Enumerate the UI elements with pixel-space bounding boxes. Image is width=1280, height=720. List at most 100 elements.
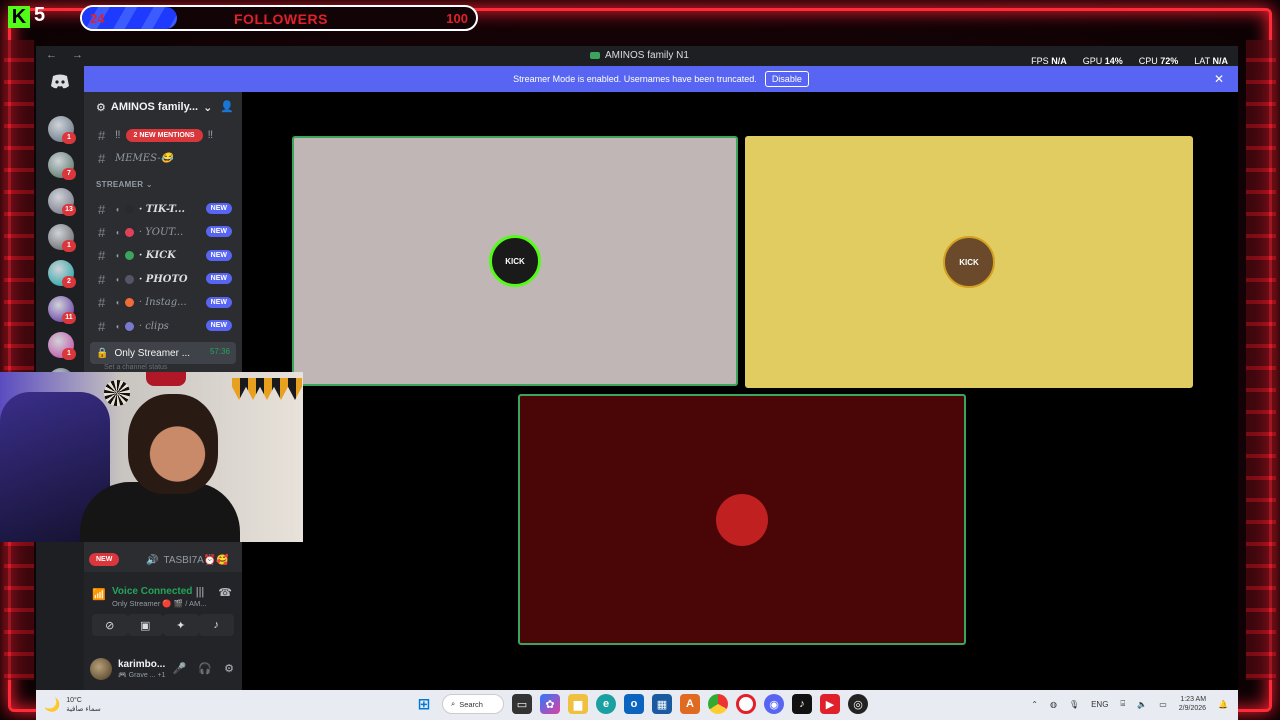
tiktok-icon[interactable]: ♪ (792, 694, 812, 714)
voice-connected-channel: Only Streamer 🔴 🎬 / AM... (112, 599, 207, 608)
outlook-icon[interactable]: o (624, 694, 644, 714)
temperature: 10°C (66, 697, 82, 704)
participant-avatar: KICK (489, 235, 541, 287)
channel-item[interactable]: # ◖ · KICK NEW (84, 245, 242, 267)
channel-item[interactable]: # ◖ · TIK-T... NEW (84, 198, 242, 220)
kick-count: 5 (34, 4, 46, 26)
close-icon[interactable]: ✕ (1214, 72, 1224, 86)
channel-item[interactable]: # ◖ · clips NEW (84, 315, 242, 337)
discord-window: ← → AMINOS family N1 FPS N/A GPU 14% CPU… (36, 46, 1238, 690)
moon-icon: 🌙 (44, 697, 61, 712)
hash-icon: # (98, 224, 106, 240)
username[interactable]: karimbo... (118, 659, 165, 670)
new-badge: NEW (89, 553, 120, 566)
store-icon[interactable]: ▦ (652, 694, 672, 714)
channel-mentions[interactable]: # ‼ 2 NEW MENTIONS ‼ (84, 124, 242, 146)
obs-icon[interactable]: ◎ (848, 694, 868, 714)
title-icon (590, 52, 600, 59)
invite-people-icon[interactable]: 👤 (220, 100, 234, 113)
youtube-icon[interactable]: ▶ (820, 694, 840, 714)
hash-icon: # (98, 127, 106, 143)
nav-arrows[interactable]: ← → (46, 49, 89, 61)
disable-streamer-mode-button[interactable]: Disable (764, 71, 809, 87)
clock[interactable]: 1:23 AM 2/9/2026 (1179, 695, 1206, 713)
dartboard (104, 380, 130, 406)
speaker-icon: ◖ (115, 227, 120, 237)
overlay-edge-left (4, 40, 34, 680)
battery-icon[interactable]: ▭ (1159, 700, 1167, 709)
new-badge: NEW (205, 320, 232, 331)
channel-memes[interactable]: # MEMES-😂 (84, 147, 242, 169)
microphone-icon[interactable]: 🎤 (173, 662, 187, 675)
video-tile[interactable]: KICK (745, 136, 1193, 388)
channel-name: · KICK (138, 250, 176, 262)
network-icon[interactable]: ⌸ (1120, 699, 1125, 709)
video-tile[interactable]: KICK (292, 136, 738, 386)
new-mentions-badge[interactable]: 2 NEW MENTIONS (125, 128, 203, 142)
file-explorer-icon[interactable]: ▆ (568, 694, 588, 714)
new-badge: NEW (205, 226, 232, 238)
channel-emoji-icon (124, 274, 134, 284)
search-box[interactable]: ⌕ Search (442, 694, 504, 714)
disconnect-icon[interactable]: ☎ (218, 586, 232, 599)
noise-suppression-icon[interactable]: ||| (196, 586, 205, 599)
channel-name: · YOUT... (138, 226, 184, 238)
screen-share-button[interactable]: ▣ (127, 614, 163, 636)
banner-text: Streamer Mode is enabled. Usernames have… (513, 74, 757, 84)
active-voice-channel[interactable]: 🔒 Only Streamer ... 57:36 (90, 342, 236, 364)
edge-icon[interactable]: e (596, 694, 616, 714)
avatar[interactable] (90, 658, 112, 680)
voice-connected-status[interactable]: Voice Connected (112, 586, 192, 597)
windows-start-icon[interactable]: ⊞ (414, 694, 434, 714)
channel-item[interactable]: # ◖ · Instag... NEW (84, 292, 242, 314)
discord-icon[interactable]: ◉ (764, 694, 784, 714)
guild-icon: ⚙ (96, 101, 106, 114)
notifications-icon[interactable]: 🔔 (1218, 700, 1228, 709)
discord-home-icon[interactable] (48, 74, 72, 98)
channel-status-hint[interactable]: Set a channel status (104, 364, 167, 371)
camera-off-button[interactable]: ⊘ (92, 614, 128, 636)
hash-icon: # (98, 248, 106, 264)
task-view-icon[interactable]: ▭ (512, 694, 532, 714)
hash-icon: # (98, 271, 106, 287)
category-streamer[interactable]: STREAMER ⌄ (96, 180, 153, 189)
speaker-icon: ◖ (115, 274, 120, 284)
speaker-icon: ◖ (115, 321, 120, 331)
guild-header[interactable]: ⚙ AMINOS family... ⌄ 👤 (84, 92, 242, 122)
chevron-up-icon[interactable]: ⌃ (1031, 700, 1038, 709)
opera-icon[interactable] (736, 694, 756, 714)
soundboard-button[interactable]: ♪ (198, 614, 234, 636)
video-tile[interactable] (518, 394, 966, 645)
channel-name: · TIK-T... (138, 203, 185, 215)
followers-goal-bar: 24 FOLLOWERS 100 (80, 5, 478, 31)
channel-emoji-icon (124, 251, 134, 261)
copilot-icon[interactable]: ✿ (540, 694, 560, 714)
signal-icon: 📶 (92, 589, 106, 601)
chrome-icon[interactable] (708, 694, 728, 714)
gear-icon[interactable]: ⚙ (224, 662, 234, 675)
participant-avatar: KICK (943, 236, 995, 288)
channel-item[interactable]: # ◖ · PHOTO NEW (84, 268, 242, 290)
server-mention-badge: 13 (62, 204, 76, 216)
chevron-down-icon: ⌄ (203, 101, 213, 114)
channel-emoji-icon (124, 298, 134, 308)
webcam-feed (0, 372, 303, 542)
language-indicator[interactable]: ENG (1091, 700, 1108, 709)
weather-widget[interactable]: 🌙 10°C سماء صافية (44, 696, 101, 714)
channel-item[interactable]: # ◖ · YOUT... NEW (84, 221, 242, 243)
microphone-tray-icon[interactable]: 🎙 (1069, 700, 1079, 709)
new-badge: NEW (205, 203, 232, 214)
channel-name: · PHOTO (138, 273, 188, 285)
lock-icon: 🔒 (96, 347, 109, 359)
window-title-text: AMINOS family N1 (605, 50, 689, 61)
activities-button[interactable]: ✦ (163, 614, 199, 636)
app-a-icon[interactable]: A (680, 694, 700, 714)
tray-app-icon[interactable]: ◍ (1050, 700, 1057, 709)
headphones-icon[interactable]: 🎧 (198, 662, 212, 675)
channel-tasbi[interactable]: NEW 🔊 TASBI7A⏰🥰 (84, 548, 242, 572)
overlay-edge-right (1246, 40, 1276, 680)
server-mention-badge: 7 (62, 168, 76, 180)
performance-overlay: FPS N/A GPU 14% CPU 72% LAT N/A (1031, 56, 1228, 66)
weather-condition: سماء صافية (66, 706, 101, 713)
volume-icon[interactable]: 🔈 (1137, 700, 1147, 709)
